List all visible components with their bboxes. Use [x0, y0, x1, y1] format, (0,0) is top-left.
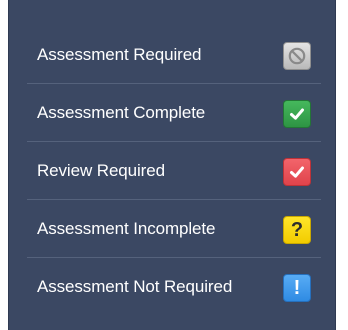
legend-item-assessment-required: Assessment Required: [27, 26, 321, 84]
question-mark-glyph: ?: [290, 219, 304, 241]
checkmark-icon: [283, 100, 311, 128]
exclamation-mark-icon: !: [283, 274, 311, 302]
question-mark-icon: ?: [283, 216, 311, 244]
legend-label: Assessment Complete: [37, 103, 206, 122]
not-allowed-icon: [283, 42, 311, 70]
legend-item-review-required: Review Required: [27, 142, 321, 200]
legend-item-assessment-incomplete: Assessment Incomplete ?: [27, 200, 321, 258]
legend-label: Assessment Incomplete: [37, 219, 216, 238]
legend-label: Assessment Required: [37, 45, 202, 64]
legend-label: Assessment Not Required: [37, 277, 233, 296]
legend-label: Review Required: [37, 161, 165, 180]
legend-item-assessment-not-required: Assessment Not Required !: [27, 258, 321, 316]
status-legend-list: Assessment Required Assessment Complete …: [27, 26, 321, 316]
exclamation-mark-glyph: !: [293, 277, 301, 299]
checkmark-icon: [283, 158, 311, 186]
status-legend-panel: Assessment Required Assessment Complete …: [8, 0, 336, 330]
legend-item-assessment-complete: Assessment Complete: [27, 84, 321, 142]
